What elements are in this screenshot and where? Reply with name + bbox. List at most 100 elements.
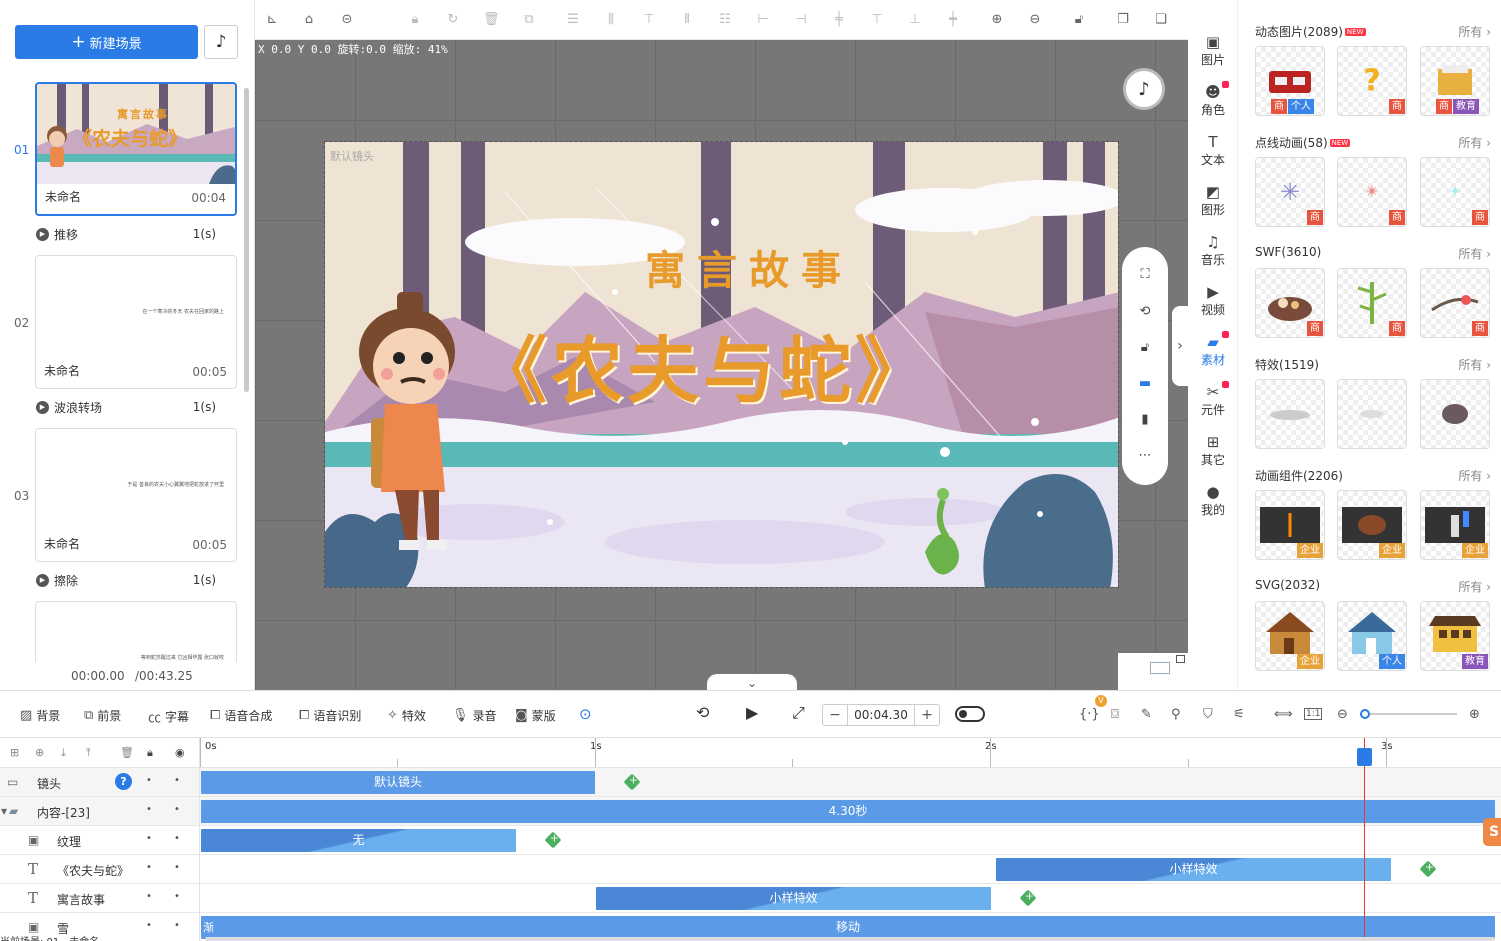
track-title-small[interactable]: T 寓言故事 • • 小样特效 (0, 884, 1501, 913)
add-keyframe-icon[interactable] (1419, 860, 1437, 878)
category-component[interactable]: ✂ 元件 (1188, 381, 1238, 423)
align-bottom-edge-icon[interactable]: ⊥ (907, 12, 923, 28)
material-tile[interactable]: 商 (1420, 268, 1490, 338)
material-tile[interactable]: ✦ 商 (1420, 157, 1490, 227)
code-icon[interactable]: {·} (1079, 707, 1100, 722)
timeline-zoom-slider[interactable] (1360, 709, 1457, 719)
more-options-icon[interactable]: ⋯ (1137, 448, 1153, 464)
rewind-icon[interactable]: ⟲ (696, 703, 709, 722)
ruler-icon[interactable]: ⊾ (264, 12, 280, 28)
funnel-icon[interactable]: ⛉ (1203, 707, 1213, 722)
timeline-toggle[interactable] (955, 706, 985, 722)
zoom-out-icon[interactable]: ⊖ (1337, 707, 1348, 722)
distribute-h-icon[interactable]: ⫴ (679, 12, 695, 28)
material-tile[interactable]: 企业 (1420, 490, 1490, 560)
time-stepper[interactable]: − 00:04.30 + (822, 704, 940, 726)
material-tile[interactable] (1255, 379, 1325, 449)
rotate-screen-icon[interactable]: ⟲ (1137, 304, 1153, 320)
desktop-icon[interactable]: ▬ (1137, 376, 1153, 392)
tool-speech-recognition[interactable]: ⧠ 语音识别 (299, 707, 361, 724)
align-left-icon[interactable]: ☰ (565, 12, 581, 28)
camera-icon[interactable]: ⌼ (1111, 707, 1119, 722)
timeline-clip[interactable]: 4.30秒 (201, 800, 1495, 823)
delete-icon[interactable]: 🗑︎ (483, 12, 500, 28)
tool-background[interactable]: ▨ 背景 (20, 707, 60, 724)
paste-icon[interactable]: ❏ (1153, 12, 1169, 28)
settings-sliders-icon[interactable]: ⚟ (1233, 707, 1245, 722)
align-center-h-icon[interactable]: ⫼ (603, 12, 619, 28)
timeline-clip[interactable]: 小样特效 (596, 887, 991, 910)
zoom-slider-knob[interactable] (1360, 709, 1370, 719)
add-keyframe-icon[interactable] (623, 773, 641, 791)
timeline-clip[interactable]: 小样特效 (996, 858, 1391, 881)
increase-time-button[interactable]: + (915, 707, 939, 723)
view-all-link[interactable]: 所有 › (1458, 23, 1491, 40)
category-image[interactable]: ▣ 图片 (1188, 33, 1238, 73)
tool-foreground[interactable]: ⧉ 前景 (84, 707, 121, 724)
view-all-link[interactable]: 所有 › (1458, 245, 1491, 262)
align-middle-icon[interactable]: ╪ (831, 12, 847, 28)
rotate-icon[interactable]: ↻ (445, 12, 461, 28)
ratio-button[interactable]: 1:1 (1304, 708, 1323, 720)
tool-record[interactable]: 🎙︎ 录音 (452, 707, 497, 724)
tool-speech-synthesis[interactable]: ⧠ 语音合成 (210, 707, 272, 724)
scene-card-2[interactable]: 在一个寒冷的冬天 农夫在回家的路上 未命名 00:05 (35, 255, 237, 389)
zoom-in-icon[interactable]: ⊕ (1469, 707, 1480, 722)
time-value[interactable]: 00:04.30 (847, 705, 915, 725)
edit-icon[interactable]: ✎ (1141, 707, 1152, 722)
fit-screen-icon[interactable]: ⛶ (1137, 267, 1153, 283)
mini-map[interactable] (1118, 653, 1188, 690)
timeline-clip[interactable]: 无 (201, 829, 516, 852)
more-icon[interactable]: ⊝ (339, 12, 355, 28)
editor-canvas[interactable]: X 0.0 Y 0.0 旋转:0.0 缩放: 41% ♪ 默认镜头 寓言故事 《… (255, 40, 1188, 690)
visibility-icon[interactable]: ◉ (175, 746, 185, 759)
move-down-icon[interactable]: ⤓ (61, 746, 66, 760)
home-icon[interactable]: ⌂ (301, 12, 317, 28)
input-method-logo-icon[interactable]: S (1483, 818, 1501, 846)
transition-row[interactable]: ▶ 擦除 1(s) (36, 572, 216, 588)
align-top-icon[interactable]: ⊤ (641, 12, 657, 28)
timeline-scrollbar[interactable] (205, 937, 1495, 941)
expand-caret-icon[interactable]: ▼ (1, 807, 7, 816)
material-tile[interactable]: 商 (1255, 268, 1325, 338)
material-tile[interactable] (1337, 379, 1407, 449)
tool-subtitle[interactable]: ㏄字幕 (148, 707, 189, 726)
category-video[interactable]: ▶ 视频 (1188, 283, 1238, 323)
lock-canvas-icon[interactable]: 🔓︎ (1137, 340, 1153, 356)
align-right-edge-icon[interactable]: ⊣ (793, 12, 809, 28)
scene-card-1[interactable]: 寓言故事 《农夫与蛇》 未命名 00:04 (35, 82, 237, 216)
material-tile[interactable] (1420, 379, 1490, 449)
fit-width-icon[interactable]: ⟺ (1274, 707, 1293, 722)
zoom-in-icon[interactable]: ⊕ (989, 12, 1005, 28)
help-icon[interactable]: ? (115, 773, 132, 790)
view-all-link[interactable]: 所有 › (1458, 467, 1491, 484)
material-tile[interactable]: 商 (1337, 268, 1407, 338)
material-tile[interactable]: 企业 (1337, 490, 1407, 560)
playhead-handle[interactable] (1357, 748, 1372, 766)
new-scene-button[interactable]: + 新建场景 (15, 25, 198, 59)
crop-icon[interactable]: ⧉ (521, 12, 537, 28)
delete-layer-icon[interactable]: 🗑︎ (120, 746, 134, 759)
material-tile[interactable]: ? 商 (1337, 46, 1407, 116)
background-music-button[interactable]: ♪ (1123, 68, 1165, 110)
copy-icon[interactable]: ❐ (1115, 12, 1131, 28)
timeline-clip[interactable]: 默认镜头 (201, 771, 595, 794)
material-tile[interactable]: ✴ 商 (1337, 157, 1407, 227)
filter-icon[interactable]: ⚲ (1171, 707, 1181, 722)
category-mine[interactable]: ● 我的 (1188, 483, 1238, 523)
material-tile[interactable]: 商个人 (1255, 46, 1325, 116)
material-tile[interactable]: 商教育 (1420, 46, 1490, 116)
lock-layer-icon[interactable]: 🔒︎ (147, 746, 153, 760)
add-folder-icon[interactable]: ⊞ (10, 746, 19, 759)
category-text[interactable]: T 文本 (1188, 133, 1238, 173)
category-other[interactable]: ⊞ 其它 (1188, 433, 1238, 473)
collapse-timeline-button[interactable]: ⌄ (707, 674, 797, 690)
move-up-icon[interactable]: ⤒ (86, 746, 91, 760)
category-music[interactable]: ♫ 音乐 (1188, 233, 1238, 273)
material-tile[interactable]: 个人 (1337, 601, 1407, 671)
track-title-big[interactable]: T 《农夫与蛇》 • • 小样特效 (0, 855, 1501, 884)
zoom-out-icon[interactable]: ⊖ (1027, 12, 1043, 28)
tool-mask[interactable]: ◙ 蒙版 (515, 707, 556, 724)
view-all-link[interactable]: 所有 › (1458, 578, 1491, 595)
material-tile[interactable]: 企业 (1255, 601, 1325, 671)
